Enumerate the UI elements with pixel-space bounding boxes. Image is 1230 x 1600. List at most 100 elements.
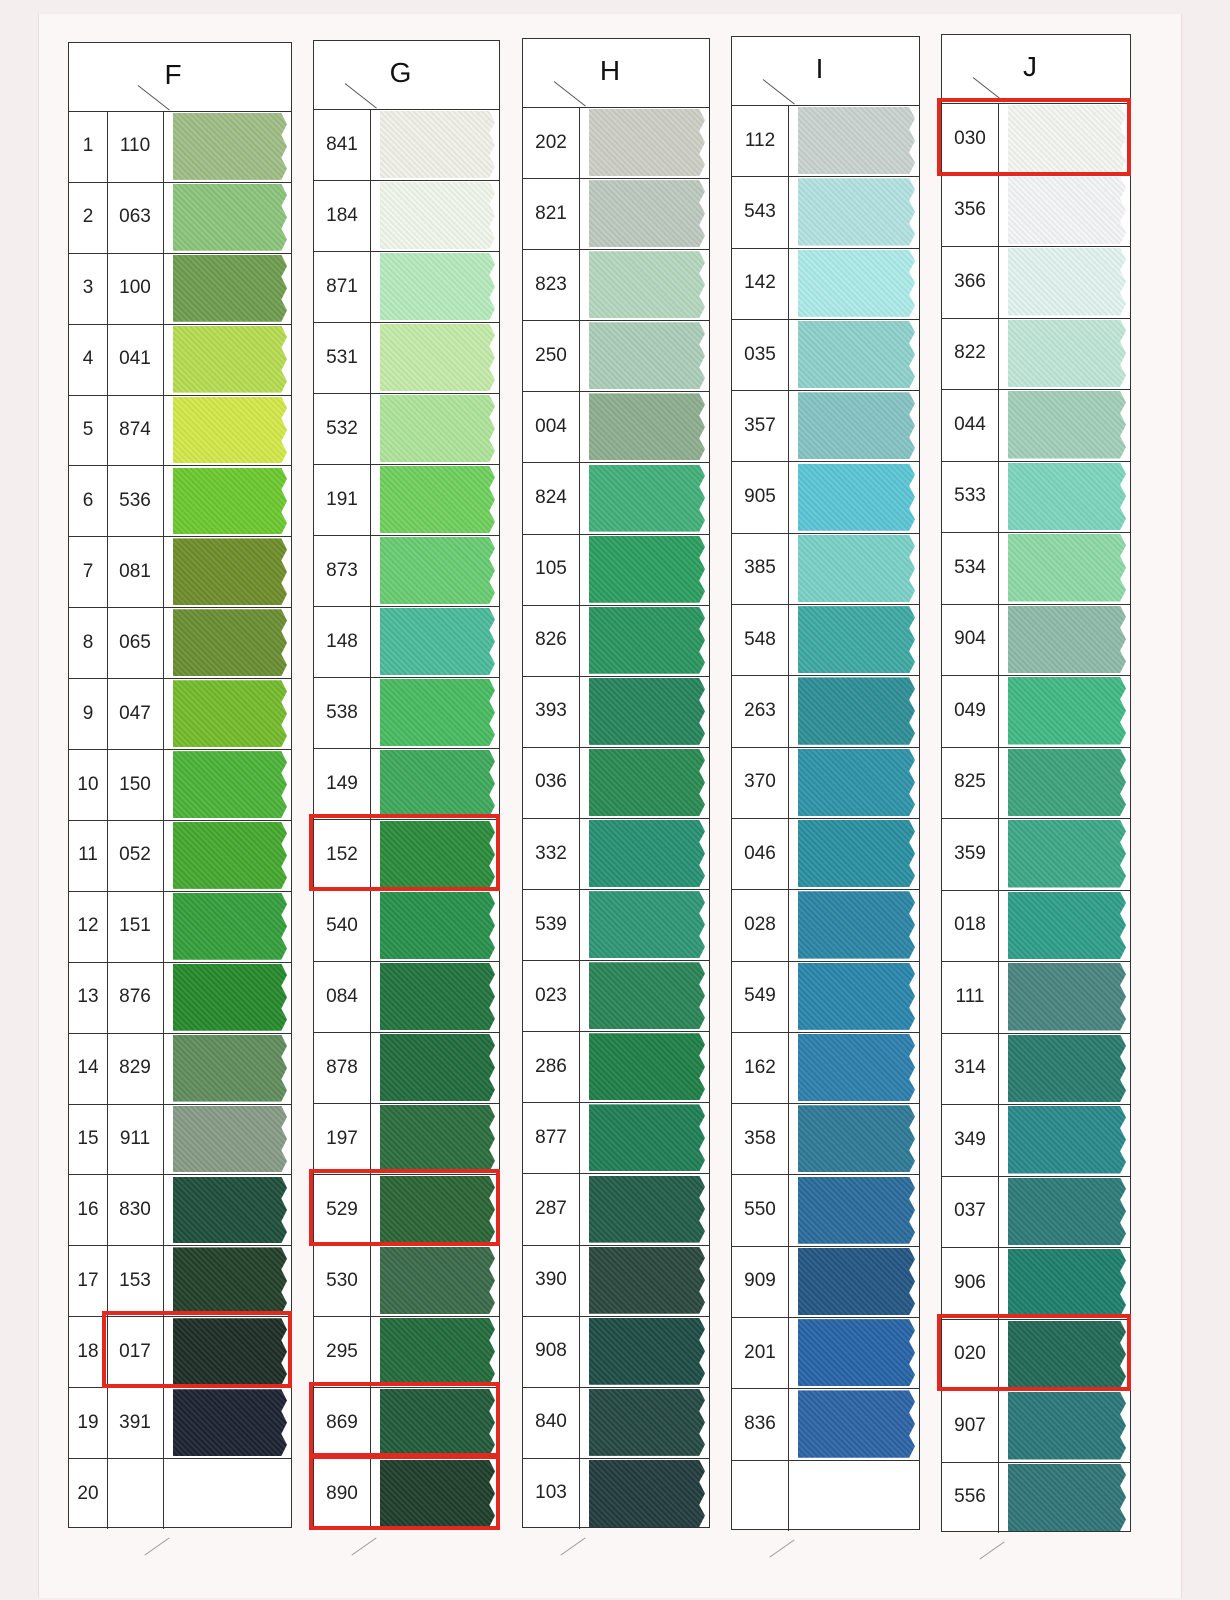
swatch-row: 359	[942, 818, 1130, 891]
color-code: 287	[523, 1173, 580, 1245]
color-code: 100	[107, 252, 164, 324]
color-swatch	[380, 253, 495, 320]
row-number: 11	[69, 820, 108, 891]
color-code: 533	[942, 460, 999, 532]
color-code: 142	[732, 247, 789, 319]
color-code: 047	[107, 678, 164, 750]
swatch-row: 821	[523, 178, 709, 251]
swatch-row: 358	[732, 1103, 919, 1176]
row-number: 13	[69, 961, 108, 1033]
color-code: 877	[523, 1102, 580, 1174]
swatch-row: 356	[942, 174, 1130, 247]
color-code: 391	[107, 1387, 164, 1459]
swatch-row: 023	[523, 960, 709, 1033]
color-swatch	[589, 322, 705, 390]
column-header: I	[732, 37, 919, 106]
color-swatch	[798, 320, 915, 389]
column-letter: H	[599, 55, 621, 86]
swatch-row: 836	[732, 1388, 919, 1461]
swatch-row: 6 536	[69, 465, 291, 538]
swatch-row: 112	[732, 105, 919, 178]
color-code: 201	[732, 1317, 789, 1389]
color-swatch	[1008, 1392, 1126, 1460]
row-number: 20	[69, 1458, 108, 1529]
color-code: 065	[107, 607, 164, 679]
row-number: 2	[69, 181, 108, 253]
color-code: 018	[942, 889, 999, 961]
color-code: 909	[732, 1245, 789, 1318]
color-code: 035	[732, 318, 789, 391]
swatch-row: 9 047	[69, 678, 291, 751]
row-number: 15	[69, 1103, 108, 1175]
swatch-row: 871	[314, 251, 499, 323]
color-swatch	[589, 109, 705, 177]
color-code: 390	[523, 1244, 580, 1316]
column-header: H	[523, 39, 709, 108]
color-swatch	[173, 183, 287, 251]
color-code: 556	[942, 1461, 999, 1533]
highlight-box	[309, 1453, 500, 1530]
swatch-row: 286	[523, 1031, 709, 1104]
color-swatch	[589, 180, 705, 248]
color-code: 821	[523, 178, 580, 250]
color-code: 548	[732, 604, 789, 676]
color-swatch	[173, 1105, 287, 1173]
color-code: 530	[314, 1245, 371, 1316]
swatch-row: 314	[942, 1032, 1130, 1105]
swatch-row: 7 081	[69, 536, 291, 609]
color-code: 110	[107, 111, 164, 182]
swatch-row: 533	[942, 460, 1130, 533]
color-swatch	[798, 392, 915, 460]
color-swatch	[1008, 391, 1126, 459]
swatch-row: 556	[942, 1461, 1130, 1533]
color-code: 202	[523, 107, 580, 179]
header-divider	[344, 83, 377, 109]
highlight-box	[102, 1311, 292, 1389]
color-code: 534	[942, 532, 999, 604]
color-code: 356	[942, 174, 999, 246]
row-number: 16	[69, 1174, 108, 1246]
color-code: 830	[107, 1174, 164, 1246]
color-code: 538	[314, 677, 371, 748]
swatch-row: 197	[314, 1103, 499, 1175]
color-code: 366	[942, 246, 999, 318]
color-swatch	[589, 1104, 705, 1172]
color-code: 822	[942, 317, 999, 389]
swatch-row: 904	[942, 603, 1130, 676]
swatch-row: 035	[732, 318, 919, 392]
swatch-row: 906	[942, 1247, 1130, 1320]
color-swatch	[589, 820, 705, 888]
color-swatch	[380, 466, 495, 533]
color-swatch	[589, 1246, 705, 1314]
color-swatch	[589, 1175, 705, 1243]
color-code: 105	[523, 533, 580, 605]
column-letter: I	[815, 53, 824, 84]
color-swatch	[798, 891, 915, 959]
swatch-row: 10 150	[69, 749, 291, 821]
swatch-row: 385	[732, 532, 919, 606]
swatch-row: 393	[523, 675, 709, 748]
swatch-row: 332	[523, 818, 709, 891]
swatch-row: 018	[942, 889, 1130, 962]
swatch-row: 250	[523, 320, 709, 393]
color-code: 150	[107, 749, 164, 820]
swatch-row: 530	[314, 1245, 499, 1317]
swatch-row: 390	[523, 1244, 709, 1317]
swatch-row: 16 830	[69, 1174, 291, 1247]
color-code: 314	[942, 1032, 999, 1104]
highlight-box	[309, 1169, 500, 1246]
swatch-row	[732, 1459, 919, 1531]
color-code	[732, 1459, 789, 1531]
swatch-row: 11 052	[69, 820, 291, 892]
column-letter: J	[1023, 51, 1037, 82]
swatch-row: 878	[314, 1032, 499, 1104]
row-number: 17	[69, 1245, 108, 1317]
color-swatch	[1008, 1034, 1126, 1102]
color-swatch	[380, 537, 495, 604]
swatch-row: 12 151	[69, 890, 291, 963]
color-code: 826	[523, 604, 580, 676]
swatch-list: 112 543 142 035 357 905 385 548 263 370 046 028 549 1…	[732, 105, 919, 1531]
swatch-row: 149	[314, 748, 499, 820]
color-code: 004	[523, 391, 580, 463]
swatch-row: 531	[314, 322, 499, 394]
